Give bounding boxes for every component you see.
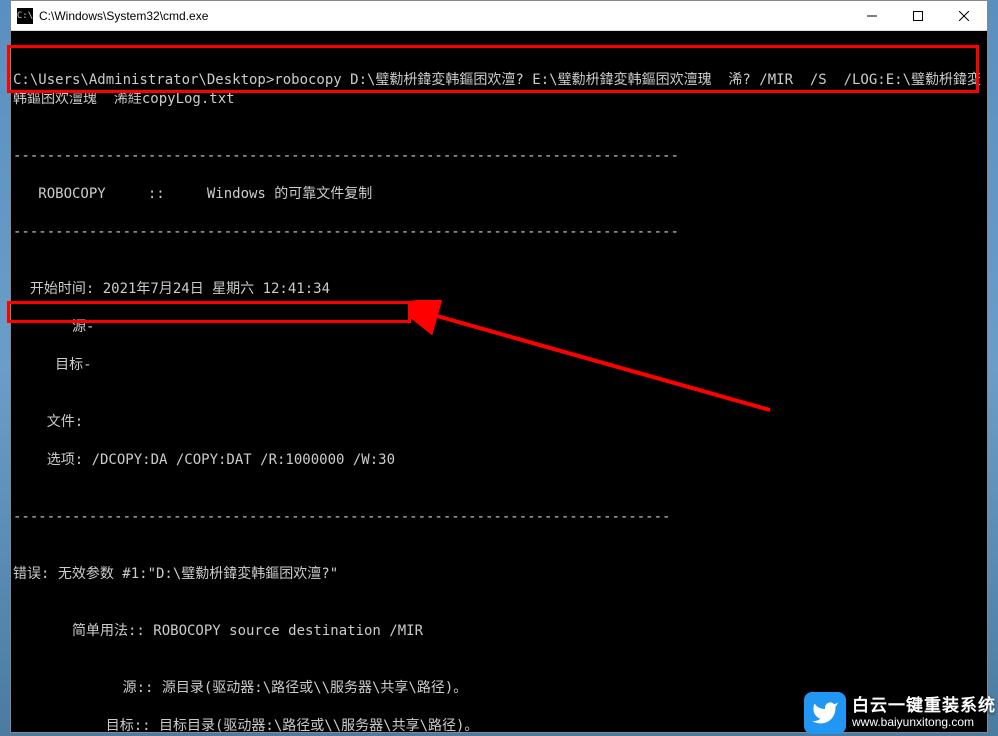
command-line: C:\Users\Administrator\Desktop>robocopy … (13, 71, 985, 109)
close-icon (959, 11, 969, 21)
separator-line: ----------------------------------------… (13, 223, 985, 242)
titlebar[interactable]: C:\ C:\Windows\System32\cmd.exe (11, 1, 987, 31)
separator-line: ----------------------------------------… (13, 508, 985, 527)
minimize-icon (867, 11, 877, 21)
watermark-text: 白云一键重装系统 www.baiyunxitong.com (852, 697, 996, 729)
cmd-icon: C:\ (17, 8, 33, 24)
dest-line: 目标- (13, 356, 985, 375)
window-title: C:\Windows\System32\cmd.exe (39, 9, 849, 23)
cmd-window: C:\ C:\Windows\System32\cmd.exe C:\Users… (10, 0, 988, 733)
close-button[interactable] (941, 1, 987, 30)
options-line: 选项: /DCOPY:DA /COPY:DAT /R:1000000 /W:30 (13, 451, 985, 470)
separator-line: ----------------------------------------… (13, 147, 985, 166)
bird-icon (811, 699, 839, 727)
watermark-title: 白云一键重装系统 (852, 697, 996, 716)
files-line: 文件: (13, 413, 985, 432)
start-time-line: 开始时间: 2021年7月24日 星期六 12:41:34 (13, 280, 985, 299)
window-controls (849, 1, 987, 30)
watermark-icon (804, 692, 846, 734)
terminal-output[interactable]: C:\Users\Administrator\Desktop>robocopy … (11, 31, 987, 732)
usage-simple-line: 简单用法:: ROBOCOPY source destination /MIR (13, 622, 985, 641)
maximize-button[interactable] (895, 1, 941, 30)
watermark-url: www.baiyunxitong.com (852, 716, 996, 729)
error-line: 错误: 无效参数 #1:"D:\璧勬枡鍏変韩鏂囨欢澶?" (13, 565, 985, 584)
minimize-button[interactable] (849, 1, 895, 30)
watermark: 白云一键重装系统 www.baiyunxitong.com (804, 692, 996, 734)
robocopy-header: ROBOCOPY :: Windows 的可靠文件复制 (13, 185, 985, 204)
source-line: 源- (13, 318, 985, 337)
maximize-icon (913, 11, 923, 21)
